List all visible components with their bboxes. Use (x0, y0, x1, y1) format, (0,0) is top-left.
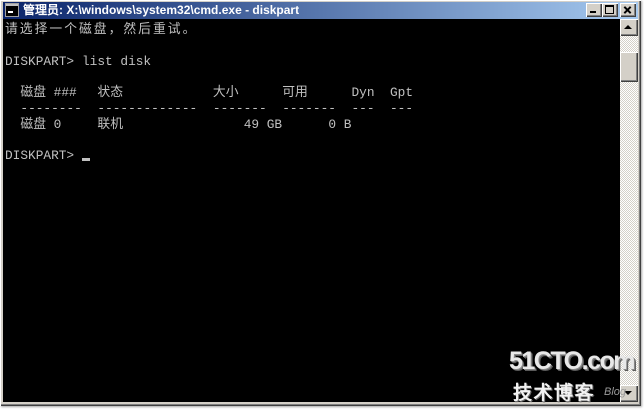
scroll-track[interactable] (620, 36, 638, 385)
header-free: 可用 (282, 85, 308, 101)
header-gpt: Gpt (390, 85, 414, 101)
scroll-up-button[interactable] (620, 19, 638, 36)
entered-command: list disk (82, 53, 152, 69)
minimize-button[interactable] (586, 3, 602, 17)
close-button[interactable] (620, 3, 636, 17)
console-cursor (82, 157, 90, 161)
scroll-down-button[interactable] (620, 385, 638, 402)
separator-disk: -------- (20, 101, 82, 116)
current-prompt: DISKPART> (5, 148, 75, 164)
cmd-icon[interactable] (5, 3, 19, 17)
close-icon (623, 5, 632, 14)
separator-free: ------- (282, 101, 336, 116)
header-dyn: Dyn (351, 85, 375, 101)
console-output[interactable]: 请选择一个磁盘，然后重试。 DISKPART> list disk 磁盘 ###… (3, 19, 620, 402)
title-bar[interactable]: 管理员: X:\windows\system32\cmd.exe - diskp… (3, 2, 638, 19)
cell-free: 0 B (328, 116, 352, 132)
maximize-button[interactable] (602, 3, 618, 17)
separator-status: ------------- (97, 101, 198, 116)
cell-disk: 磁盘 0 (20, 116, 62, 132)
disk-table-header: 磁盘 ### 状态 大小 可用 Dyn Gpt (3, 85, 620, 101)
scroll-thumb[interactable] (620, 52, 638, 82)
header-status: 状态 (97, 85, 123, 101)
separator-gpt: --- (390, 101, 414, 116)
error-message: 请选择一个磁盘，然后重试。 (5, 22, 198, 37)
header-disk: 磁盘 ### (20, 85, 77, 101)
header-size: 大小 (212, 85, 239, 101)
scroll-up-icon (624, 25, 632, 29)
scroll-down-icon (624, 391, 632, 395)
disk-table-separator: -------- ------------- ------- ------- -… (3, 101, 620, 117)
table-row: 磁盘 0 联机 49 GB 0 B (3, 117, 620, 133)
maximize-icon (605, 5, 614, 14)
console-line-command: DISKPART> list disk (3, 54, 620, 70)
diskpart-prompt: DISKPART> (5, 53, 75, 69)
console-line-message: 请选择一个磁盘，然后重试。 (3, 22, 620, 38)
window-title: 管理员: X:\windows\system32\cmd.exe - diskp… (23, 3, 300, 17)
cell-status: 联机 (97, 116, 123, 132)
vertical-scrollbar[interactable] (620, 19, 638, 402)
separator-size: ------- (212, 101, 267, 116)
cmd-window: 管理员: X:\windows\system32\cmd.exe - diskp… (0, 0, 641, 406)
minimize-icon (590, 11, 596, 13)
cell-size: 49 GB (243, 116, 283, 132)
separator-dyn: --- (351, 101, 375, 116)
console-line-prompt: DISKPART> (3, 148, 620, 164)
